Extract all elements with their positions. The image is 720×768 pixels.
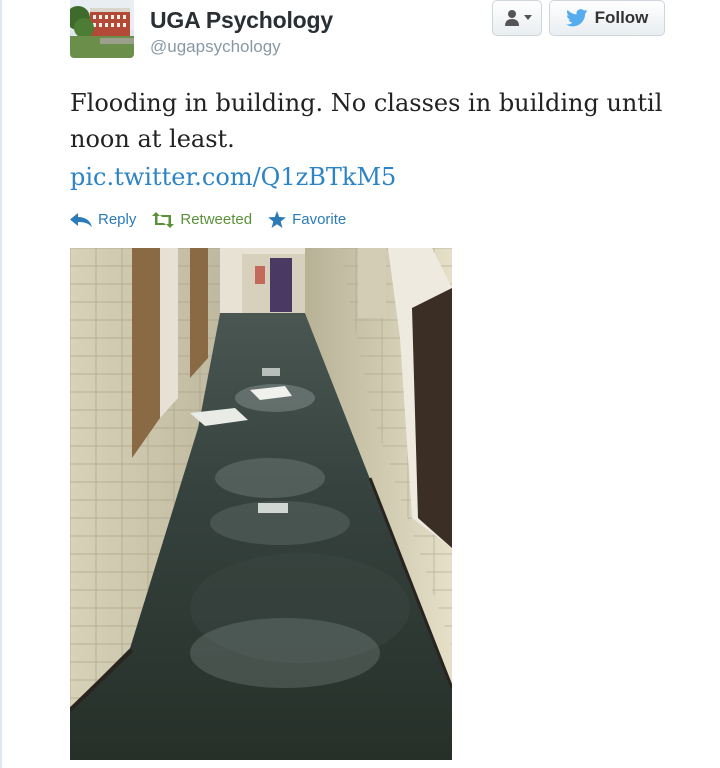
follow-button[interactable]: Follow (549, 0, 665, 36)
profile-avatar[interactable] (70, 0, 134, 58)
favorite-label: Favorite (292, 211, 347, 228)
star-icon (268, 211, 286, 228)
reply-arrow-icon (70, 212, 92, 227)
left-border (0, 0, 2, 768)
chevron-down-icon (523, 15, 532, 20)
favorite-button[interactable]: Favorite (268, 211, 346, 228)
user-icon (504, 10, 519, 26)
profile-name[interactable]: UGA Psychology (150, 7, 333, 34)
flooded-hallway-image (70, 248, 452, 760)
twitter-bird-icon (565, 9, 588, 27)
follow-label: Follow (594, 8, 649, 27)
user-actions-button[interactable] (492, 0, 542, 36)
tweet-text: Flooding in building. No classes in buil… (70, 89, 663, 153)
avatar-image (70, 0, 134, 58)
retweet-icon (152, 211, 175, 228)
retweet-button[interactable]: Retweeted (152, 211, 252, 228)
retweeted-label: Retweeted (180, 211, 253, 228)
reply-label: Reply (98, 211, 137, 228)
tweet-photo[interactable] (70, 248, 452, 760)
tweet-actions: Reply Retweeted Favorite (70, 211, 346, 228)
reply-button[interactable]: Reply (70, 211, 136, 228)
profile-handle[interactable]: @ugapsychology (150, 37, 281, 57)
tweet-photo-link[interactable]: pic.twitter.com/Q1zBTkM5 (70, 163, 396, 191)
